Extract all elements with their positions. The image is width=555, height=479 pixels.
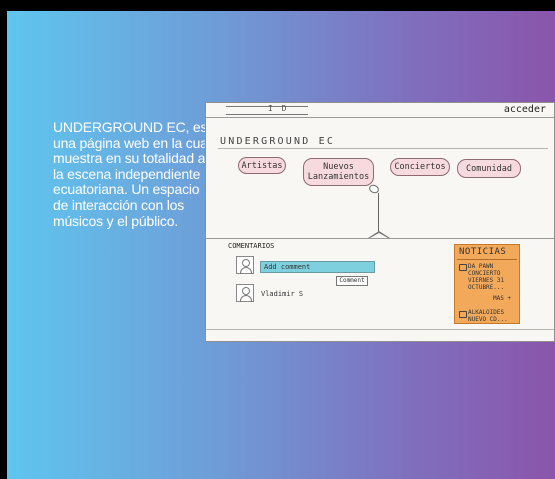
add-comment-input[interactable]: Add comment (260, 261, 375, 273)
nav-nuevos-lanzamientos-button[interactable]: Nuevos Lanzamientos (303, 158, 374, 186)
project-description: UNDERGROUND EC, es una página web en la … (53, 119, 211, 229)
mockup-top-bar: I D acceder (206, 103, 554, 118)
nav-artistas-button[interactable]: Artistas (238, 157, 286, 174)
website-mockup: I D acceder UNDERGROUND EC Artistas Nuev… (205, 102, 555, 342)
nav-conciertos-button[interactable]: Conciertos (390, 158, 450, 176)
login-link[interactable]: acceder (504, 104, 546, 115)
news-item[interactable]: ALKALOIDES NUEVO CD... (468, 309, 508, 323)
comments-heading: COMENTARIOS (228, 242, 275, 250)
comment-submit-button[interactable]: Comment (336, 276, 368, 286)
news-item-icon (459, 264, 467, 271)
news-item[interactable]: DA PAWN CONCIERTO VIERNES 31 OCTUBRE... (468, 263, 504, 291)
logo-text: I D (268, 104, 289, 113)
commenter-avatar-icon (236, 284, 254, 302)
news-item-icon (459, 311, 467, 318)
microphone-stand (378, 193, 379, 235)
site-title: UNDERGROUND EC (220, 136, 336, 147)
news-more-link[interactable]: MAS + (493, 295, 511, 302)
footer-divider (206, 329, 554, 330)
news-panel: NOTICIAS DA PAWN CONCIERTO VIERNES 31 OC… (454, 244, 520, 324)
section-divider (206, 238, 554, 239)
user-avatar-icon (236, 256, 254, 274)
news-title: NOTICIAS (459, 247, 507, 257)
commenter-name: Vladimir S (261, 290, 304, 298)
title-divider (218, 148, 548, 149)
nav-comunidad-button[interactable]: Comunidad (457, 159, 521, 178)
logo-placeholder (226, 106, 308, 115)
